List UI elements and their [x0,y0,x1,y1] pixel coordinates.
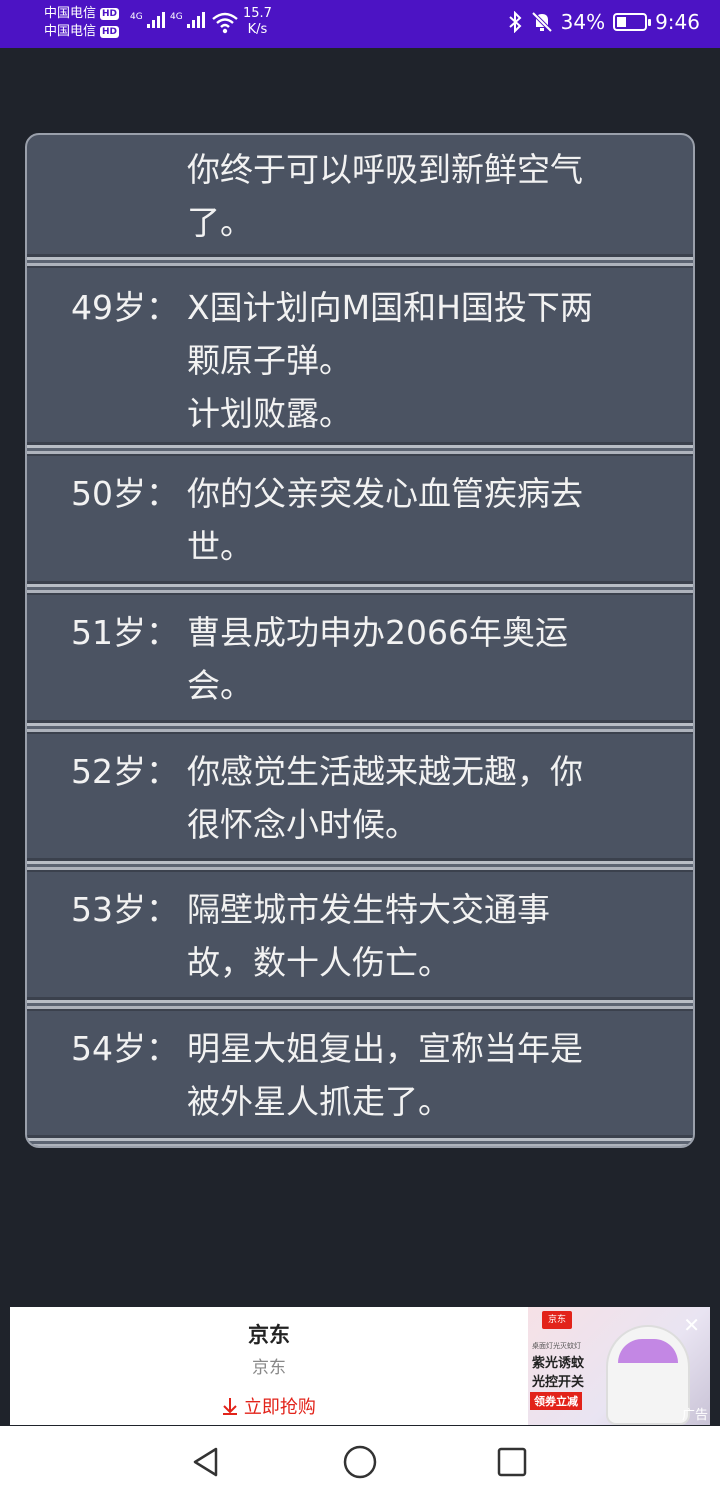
event-list[interactable]: 你终于可以呼吸到新鲜空气 了。 49岁： X国计划向M国和H国投下两 颗原子弹。… [25,133,695,1148]
navigation-bar [0,1426,720,1496]
event-age: 54岁： [71,1029,179,1068]
carrier-info: 中国电信 HD 中国电信 HD [44,5,120,41]
network-speed: 15.7 K/s [243,6,272,38]
clock: 9:46 [655,10,700,34]
event-age: 50岁： [71,474,179,513]
divider [27,858,693,872]
network-type-2: 4G [170,12,183,22]
ad-banner[interactable]: 京东 京东 立即抢购 京东 桌面灯光灭蚊灯 紫光诱蚊 光控开关 领券立减 广告 … [10,1307,710,1425]
event-item: 53岁： 隔壁城市发生特大交通事 故，数十人伤亡。 [27,872,693,997]
signal-icon-2: 4G [170,12,205,28]
divider [27,1135,693,1146]
ad-image-line-1: 紫光诱蚊 [532,1356,585,1371]
network-speed-value: 15.7 [243,6,272,21]
home-icon[interactable] [342,1444,378,1480]
event-text: 你感觉生活越来越无趣，你 很怀念小时候。 [187,752,583,844]
event-item: 49岁： X国计划向M国和H国投下两 颗原子弹。 计划败露。 [27,268,693,442]
ad-image-tagline: 桌面灯光灭蚊灯 [532,1342,581,1350]
download-arrow-icon [223,1398,238,1415]
event-age: 51岁： [71,613,179,652]
ad-title: 京东 [248,1323,290,1347]
event-text: 你终于可以呼吸到新鲜空气 了。 [187,150,583,242]
event-age: 53岁： [71,890,179,929]
hd-badge-2: HD [100,26,120,38]
carrier-name-1: 中国电信 [44,6,97,21]
bluetooth-icon [508,11,522,33]
event-age: 49岁： [71,288,179,327]
wifi-icon [212,12,238,34]
divider [27,720,693,734]
recent-apps-icon[interactable] [494,1444,530,1480]
event-item: 54岁： 明星大姐复出，宣称当年是 被外星人抓走了。 [27,1011,693,1135]
carrier-name-2: 中国电信 [44,24,97,39]
battery-icon [613,13,652,31]
divider [27,581,693,595]
mute-bell-icon [531,11,553,33]
ad-cta-label: 立即抢购 [243,1397,316,1418]
ad-image-logo: 京东 [542,1311,572,1329]
hd-badge-1: HD [100,8,120,20]
event-item: 你终于可以呼吸到新鲜空气 了。 [27,135,693,254]
ad-label: 广告 [681,1408,708,1423]
back-icon[interactable] [188,1444,224,1480]
event-text: X国计划向M国和H国投下两 颗原子弹。 计划败露。 [187,288,593,433]
ad-subtitle: 京东 [252,1358,286,1378]
ad-cta-button[interactable]: 立即抢购 [10,1393,528,1419]
event-item: 50岁： 你的父亲突发心血管疾病去 世。 [27,456,693,581]
event-item: 52岁： 你感觉生活越来越无趣，你 很怀念小时候。 [27,734,693,858]
event-text: 明星大姐复出，宣称当年是 被外星人抓走了。 [187,1029,583,1121]
event-item: 51岁： 曹县成功申办2066年奥运 会。 [27,595,693,720]
event-age: 52岁： [71,752,179,791]
divider [27,442,693,456]
close-icon[interactable]: ✕ [683,1315,700,1335]
event-text: 隔壁城市发生特大交通事 故，数十人伤亡。 [187,890,550,982]
event-text: 曹县成功申办2066年奥运 会。 [187,613,568,705]
mosquito-lamp-image [606,1325,690,1425]
ad-image-line-2: 光控开关 [532,1375,585,1390]
network-speed-unit: K/s [247,22,268,37]
signal-icon-1: 4G [130,12,165,28]
divider [27,997,693,1011]
status-bar: 中国电信 HD 中国电信 HD 4G 4G 15.7 K/s 34% 9:46 [0,0,720,48]
battery-percent: 34% [560,10,606,34]
event-text: 你的父亲突发心血管疾病去 世。 [187,474,583,566]
divider [27,254,693,268]
ad-image[interactable]: 京东 桌面灯光灭蚊灯 紫光诱蚊 光控开关 领券立减 广告 ✕ [528,1307,710,1425]
network-type-1: 4G [130,12,143,22]
ad-image-promo: 领券立减 [530,1392,582,1410]
